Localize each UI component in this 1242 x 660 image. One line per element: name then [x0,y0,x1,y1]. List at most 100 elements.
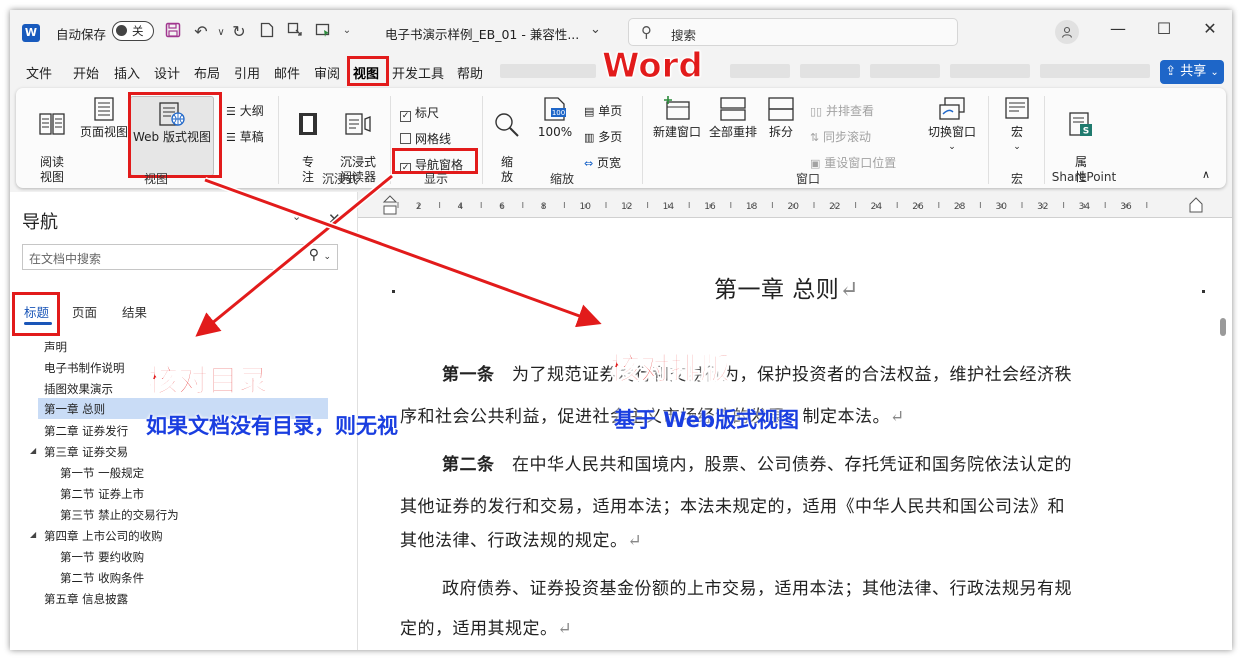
chevron-down-icon: ⌄ [1210,67,1219,78]
annotation-no-toc-note: 如果文档没有目录，则无视 [146,414,398,438]
tab-review[interactable]: 审阅 [314,63,340,82]
ruler-label: 26 [912,202,924,212]
collapse-ribbon-icon[interactable]: ∧ [1202,168,1210,181]
nav-item[interactable]: 第三节 禁止的交易行为 [60,507,179,523]
more-icon[interactable]: ⌄ [336,25,358,36]
chevron-down-icon: ⌄ [1013,142,1021,152]
page-width-button[interactable]: ⇔ 页宽 [584,154,621,171]
nav-item[interactable]: 第四章 上市公司的收购 [44,528,163,544]
arrange-all-button[interactable]: 全部重排 [706,96,760,140]
draft-button[interactable]: ☰ 草稿 [226,128,264,145]
annotation-word: Word [602,46,704,87]
search-icon[interactable]: ⚲ ⌄ [309,247,331,263]
sync-scroll-icon: ⇅ [810,131,820,144]
nav-search-input[interactable]: 在文档中搜索 ⚲ ⌄ [22,244,338,270]
zoom-button[interactable]: 缩 放 [492,96,522,185]
zoom-100-icon: 100 [544,97,566,121]
account-icon[interactable] [1055,20,1079,44]
multi-page-button[interactable]: ▥ 多页 [584,128,622,145]
document-title[interactable]: 电子书演示样例_EB_01 - 兼容性... [385,24,579,43]
undo-icon[interactable]: ↶ [190,22,212,41]
sync-scroll-button[interactable]: ⇅ 同步滚动 [810,128,871,145]
tab-home[interactable]: 开始 [73,63,99,82]
arrange-all-label: 全部重排 [708,125,757,139]
group-label-window: 窗口 [795,172,820,186]
sync-scroll-label: 同步滚动 [823,130,872,144]
ruler-check: ✓ [400,111,411,122]
gridlines-checkbox[interactable]: 网格线 [400,130,451,147]
doc-heading: 第一章 总则↵ [714,277,860,303]
search-input[interactable]: ⚲ 搜索 [628,18,958,46]
tab-mailings[interactable]: 邮件 [274,63,300,82]
group-separator [278,96,279,184]
split-button[interactable]: 拆分 [764,96,798,140]
read-mode-button[interactable]: 阅读 视图 [34,96,70,185]
one-page-button[interactable]: ▤ 单页 [584,102,622,119]
close-icon[interactable]: ✕ [1198,19,1222,38]
side-by-side-button[interactable]: ▯▯ 并排查看 [810,102,874,119]
split-label: 拆分 [768,125,793,139]
ruler[interactable]: 2 4 6 8 10 12 14 16 18 20 22 24 26 28 30 32 34 36 [358,192,1232,218]
chevron-down-icon[interactable]: ⌄ [590,22,601,37]
tab-insert[interactable]: 插入 [114,63,140,82]
nav-tab-pages[interactable]: 页面 [72,302,97,321]
left-indent-marker[interactable] [382,195,398,215]
ruler-label: 2 [416,202,422,212]
nav-item[interactable]: 电子书制作说明 [44,360,125,376]
nav-options-icon[interactable]: ⌄ [292,210,301,223]
tab-design[interactable]: 设计 [154,63,180,82]
zoom-100-button[interactable]: 100 100% [534,96,576,140]
new-window-button[interactable]: 新建窗口 [650,96,704,140]
print-layout-button[interactable]: 页面视图 [78,96,130,140]
ruler-label: 36 [1120,202,1132,212]
nav-item[interactable]: 声明 [44,339,67,355]
nav-item[interactable]: 第二节 收购条件 [60,570,144,586]
tab-layout[interactable]: 布局 [194,63,220,82]
ruler-checkbox[interactable]: ✓ 标尺 [400,104,439,122]
tab-help[interactable]: 帮助 [457,63,483,82]
close-icon[interactable]: ✕ [328,210,341,228]
side-by-side-icon: ▯▯ [810,105,823,118]
redo-icon[interactable]: ↻ [228,22,250,41]
nav-item[interactable]: 第二章 证券发行 [44,423,128,439]
outline-button[interactable]: ☰ 大纲 [226,102,264,119]
doc-paragraph-2-line-2: 其他证券的发行和交易，适用本法；本法未规定的，适用《中华人民共和国公司法》和 [400,497,1065,517]
blurred-tab [870,64,940,78]
new-doc-icon[interactable] [256,22,278,42]
right-indent-marker[interactable] [1189,197,1203,213]
outline-label: 大纲 [239,104,264,118]
print-layout-icon [94,97,114,121]
switch-window-button[interactable]: 切换窗口 ⌄ [924,96,980,155]
maximize-icon[interactable]: ☐ [1152,19,1176,38]
nav-item[interactable]: 第三章 证券交易 [44,444,128,460]
nav-item[interactable]: 第二节 证券上市 [60,486,144,502]
ruler-label: 30 [995,202,1007,212]
nav-item[interactable]: 第一节 一般规定 [60,465,144,481]
autosave-toggle[interactable]: 关 [112,21,154,41]
touch-mode-icon[interactable] [284,22,306,42]
vertical-scrollbar[interactable] [1220,318,1226,336]
tab-developer[interactable]: 开发工具 [392,63,444,82]
nav-item[interactable]: 第一节 要约收购 [60,549,144,565]
macros-button[interactable]: 宏 ⌄ [1002,96,1032,155]
save-icon[interactable] [162,22,184,42]
split-icon [768,97,794,121]
nav-search-placeholder: 在文档中搜索 [29,252,102,266]
tab-references[interactable]: 引用 [234,63,260,82]
switch-window-icon [939,97,965,120]
group-label-zoom: 缩放 [549,172,574,186]
ruler-label: 34 [1079,202,1091,212]
minimize-icon[interactable]: — [1106,19,1130,38]
share-button[interactable]: ⇪ 共享 ⌄ [1160,60,1224,84]
word-window: W 自动保存 关 ↶ ∨ ↻ ⌄ 电子书演示样例_EB_01 - 兼容性... … [10,10,1232,650]
collapse-triangle-icon[interactable]: ◢ [30,530,36,539]
nav-item[interactable]: 插图效果演示 [44,381,113,397]
nav-item[interactable]: 第五章 信息披露 [44,591,128,607]
tab-file[interactable]: 文件 [26,63,52,82]
nav-tab-results[interactable]: 结果 [122,302,147,321]
reset-position-button[interactable]: ▣ 重设窗口位置 [810,154,896,171]
read-mode-icon[interactable] [312,22,334,42]
macros-label: 宏 [1010,125,1023,139]
ruler-label: 32 [1037,202,1048,212]
collapse-triangle-icon[interactable]: ◢ [30,446,36,455]
